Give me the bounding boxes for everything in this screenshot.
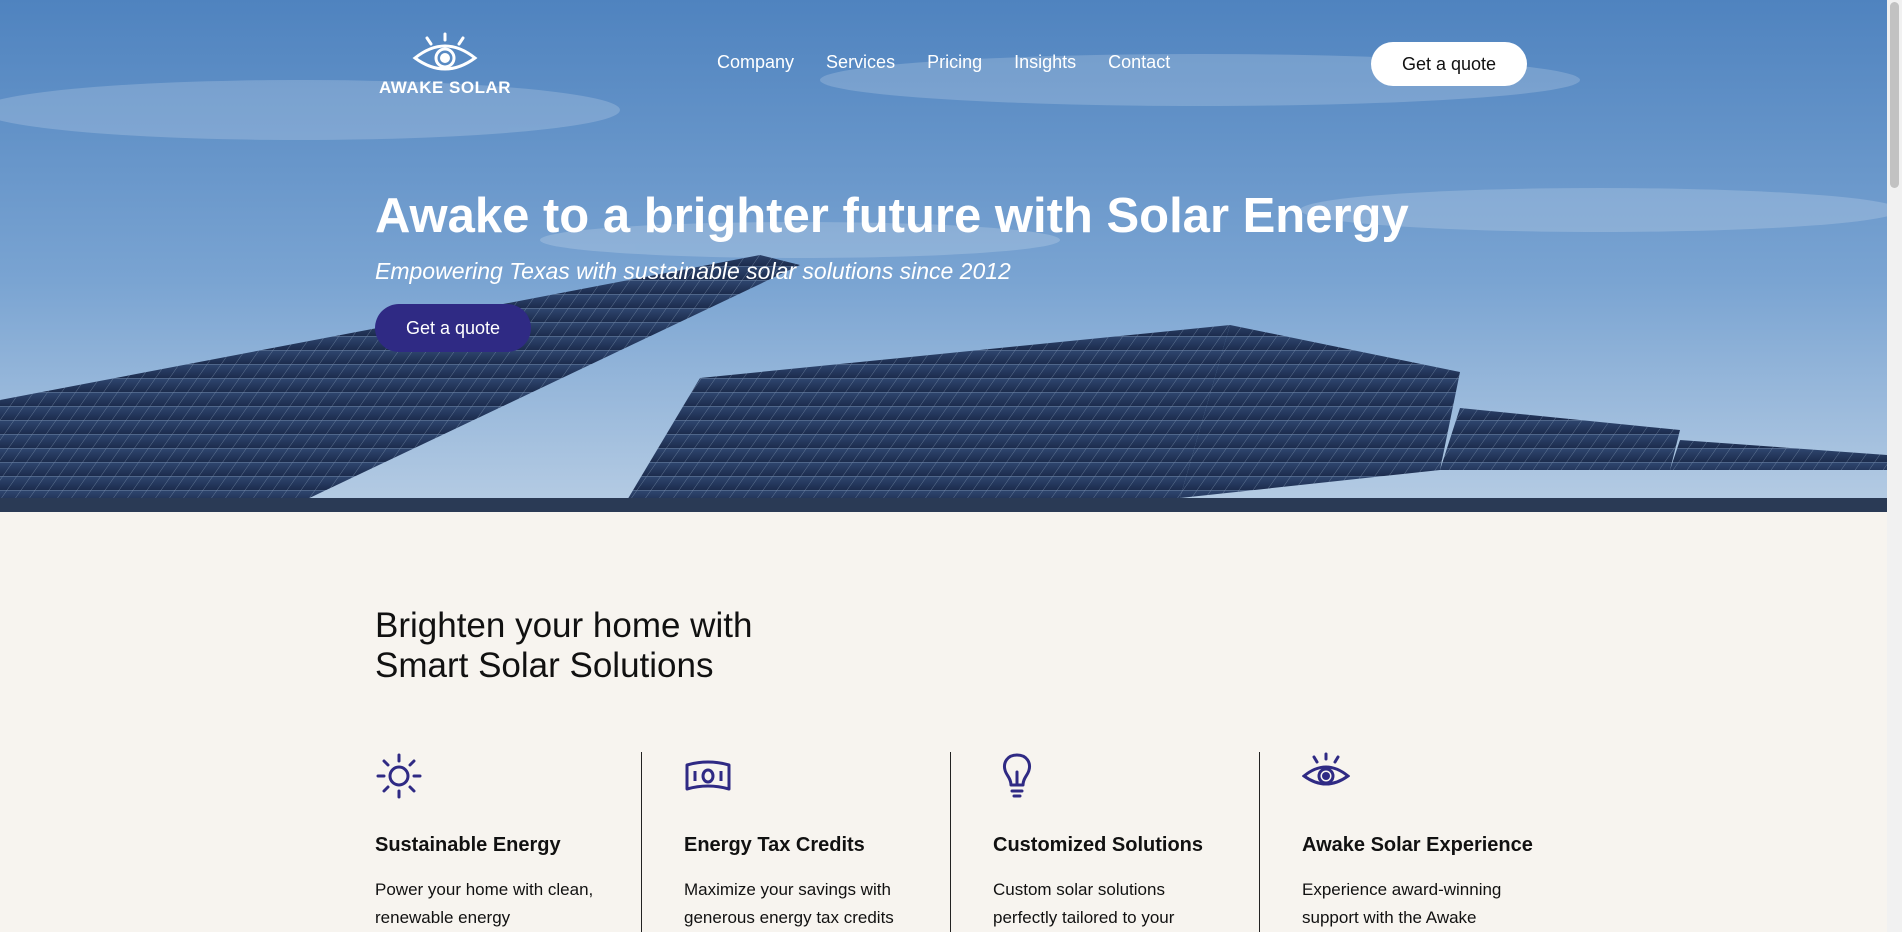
- vertical-scrollbar[interactable]: [1887, 0, 1902, 932]
- nav-company[interactable]: Company: [717, 52, 794, 73]
- nav-pricing[interactable]: Pricing: [927, 52, 982, 73]
- brand-name: AWAKE SOLAR: [378, 78, 512, 97]
- feature-title: Energy Tax Credits: [684, 834, 865, 856]
- feature-text: Maximize your savings with generous ener…: [684, 880, 894, 927]
- feature-divider: [1259, 752, 1260, 932]
- money-icon: [685, 760, 731, 791]
- hero-title: Awake to a brighter future with Solar En…: [375, 189, 1409, 243]
- feature-card-customized-solutions: Customized Solutions Custom solar soluti…: [993, 752, 1223, 932]
- feature-title: Customized Solutions: [993, 834, 1203, 856]
- sun-icon: [376, 753, 422, 799]
- features-title-line1: Brighten your home with: [375, 606, 753, 645]
- feature-card-awake-solar-experience: Awake Solar Experience Experience award-…: [1302, 752, 1533, 932]
- hero-background-image: [0, 0, 1887, 512]
- header-get-quote-button[interactable]: Get a quote: [1371, 42, 1527, 86]
- features-grid: Sustainable Energy Power your home with …: [375, 752, 1535, 932]
- feature-card-sustainable-energy: Sustainable Energy Power your home with …: [375, 752, 605, 932]
- scrollbar-thumb[interactable]: [1890, 2, 1899, 188]
- hero-get-quote-button[interactable]: Get a quote: [375, 304, 531, 352]
- page: AWAKE SOLAR Company Services Pricing Ins…: [0, 0, 1887, 932]
- feature-text: Experience award-winning support with th…: [1302, 880, 1502, 927]
- feature-card-energy-tax-credits: Energy Tax Credits Maximize your savings…: [684, 752, 914, 932]
- features-title-line2: Smart Solar Solutions: [375, 646, 714, 685]
- features-title: Brighten your home with Smart Solar Solu…: [375, 606, 855, 686]
- eye-icon: [1302, 752, 1350, 786]
- lightbulb-icon: [1003, 753, 1031, 798]
- hero-section: AWAKE SOLAR Company Services Pricing Ins…: [0, 0, 1887, 512]
- eye-logo-icon: [412, 32, 478, 71]
- nav-insights[interactable]: Insights: [1014, 52, 1076, 73]
- main-nav: Company Services Pricing Insights Contac…: [717, 52, 1202, 73]
- feature-text: Custom solar solutions perfectly tailore…: [993, 880, 1175, 927]
- feature-text: Power your home with clean, renewable en…: [375, 880, 594, 927]
- feature-divider: [641, 752, 642, 932]
- feature-title: Awake Solar Experience: [1302, 834, 1533, 856]
- feature-title: Sustainable Energy: [375, 834, 561, 856]
- nav-contact[interactable]: Contact: [1108, 52, 1170, 73]
- hero-subtitle: Empowering Texas with sustainable solar …: [375, 258, 1011, 284]
- brand-logo[interactable]: AWAKE SOLAR: [375, 32, 515, 98]
- nav-services[interactable]: Services: [826, 52, 895, 73]
- feature-divider: [950, 752, 951, 932]
